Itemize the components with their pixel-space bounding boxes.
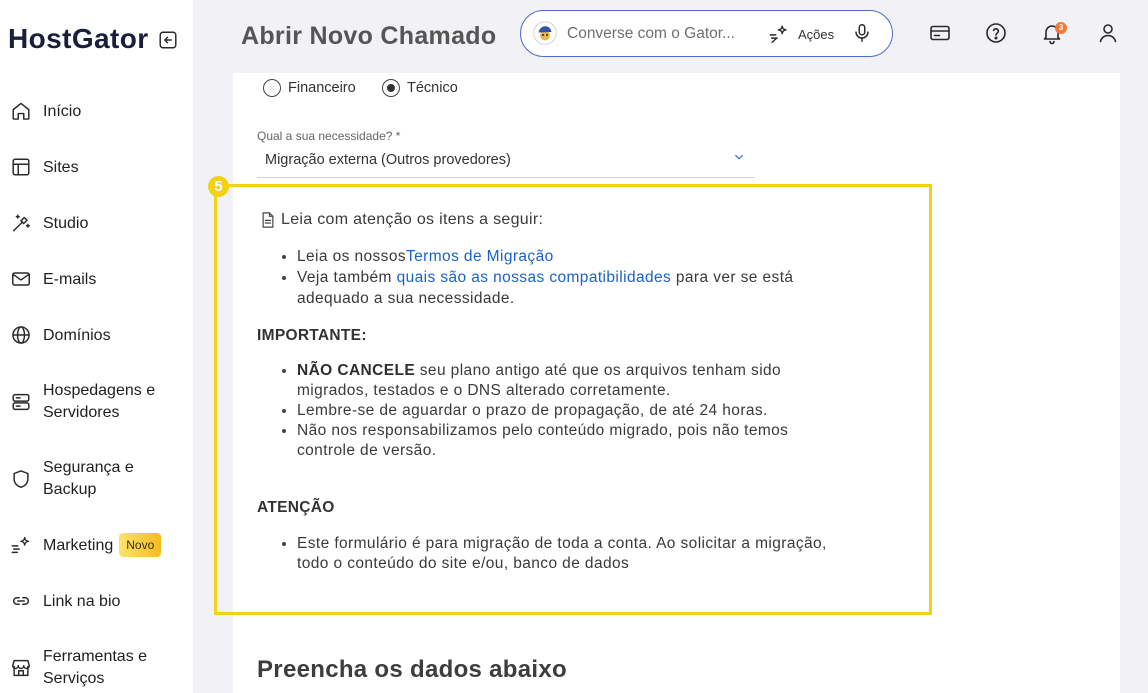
sidebar-item-seguranca[interactable]: Segurança e Backup: [0, 457, 193, 500]
sidebar-item-label: Studio: [43, 214, 89, 232]
store-icon: [10, 657, 32, 679]
actions-button[interactable]: Ações: [768, 21, 834, 47]
help-icon[interactable]: [984, 21, 1008, 45]
sidebar-item-label: E-mails: [43, 270, 97, 288]
globe-icon: [10, 324, 32, 346]
radio-tecnico-label[interactable]: Técnico: [407, 79, 458, 97]
server-icon: [10, 391, 32, 413]
radio-financeiro-label[interactable]: Financeiro: [288, 79, 356, 97]
sidebar-item-label: Link na bio: [43, 592, 121, 610]
magic-wand-icon: [10, 212, 32, 234]
gator-chat-input[interactable]: [567, 22, 757, 46]
new-badge: Novo: [119, 533, 162, 558]
microphone-icon[interactable]: [851, 22, 873, 44]
sidebar-item-emails[interactable]: E-mails: [0, 268, 193, 290]
page-title: Abrir Novo Chamado: [241, 22, 497, 50]
gator-avatar-icon: [533, 21, 557, 45]
home-icon: [10, 100, 32, 122]
gator-chat-search: Ações: [520, 10, 893, 57]
radio-tecnico[interactable]: [382, 79, 400, 97]
sidebar-item-inicio[interactable]: Início: [0, 100, 193, 122]
user-icon[interactable]: [1096, 21, 1120, 45]
link-icon: [10, 590, 32, 612]
collapse-sidebar-icon[interactable]: [157, 29, 179, 51]
sidebar: HostGator Início Sites Studio E-mails Do…: [0, 0, 193, 693]
sparkle-actions-icon: [768, 23, 790, 45]
step-number-badge: 5: [208, 176, 229, 197]
sidebar-item-label: Marketing: [43, 536, 114, 554]
need-select-value: Migração externa (Outros provedores): [265, 152, 511, 168]
section-title: Preencha os dados abaixo: [257, 656, 567, 683]
sidebar-item-hospedagens[interactable]: Hospedagens e Servidores: [0, 380, 193, 423]
chevron-down-icon: [734, 152, 744, 162]
billing-card-icon[interactable]: [928, 21, 952, 45]
shield-icon: [10, 468, 32, 490]
sidebar-item-studio[interactable]: Studio: [0, 212, 193, 234]
actions-label: Ações: [798, 26, 835, 42]
layout-icon: [10, 156, 32, 178]
sidebar-item-label: Hospedagens e Servidores: [43, 382, 156, 421]
sidebar-item-label: Sites: [43, 158, 79, 176]
radio-financeiro[interactable]: [263, 79, 281, 97]
sidebar-item-sites[interactable]: Sites: [0, 156, 193, 178]
notification-count-badge: 3: [1055, 22, 1067, 34]
sidebar-item-dominios[interactable]: Domínios: [0, 324, 193, 346]
sidebar-item-link-na-bio[interactable]: Link na bio: [0, 590, 193, 612]
sparkle-icon: [10, 534, 32, 556]
sidebar-item-label: Ferramentas e Serviços: [43, 648, 148, 687]
envelope-icon: [10, 268, 32, 290]
need-field-label: Qual a sua necessidade? *: [257, 129, 401, 143]
sidebar-nav: Início Sites Studio E-mails Domínios Hos…: [0, 100, 193, 689]
sidebar-item-marketing[interactable]: Marketing Novo: [0, 533, 193, 558]
hostgator-logo[interactable]: HostGator: [8, 22, 149, 56]
sidebar-item-label: Domínios: [43, 326, 111, 344]
sidebar-item-ferramentas[interactable]: Ferramentas e Serviços: [0, 646, 193, 689]
need-select[interactable]: Migração externa (Outros provedores): [257, 148, 755, 178]
highlight-box: [214, 184, 932, 615]
sidebar-item-label: Início: [43, 102, 82, 120]
sidebar-item-label: Segurança e Backup: [43, 459, 134, 498]
